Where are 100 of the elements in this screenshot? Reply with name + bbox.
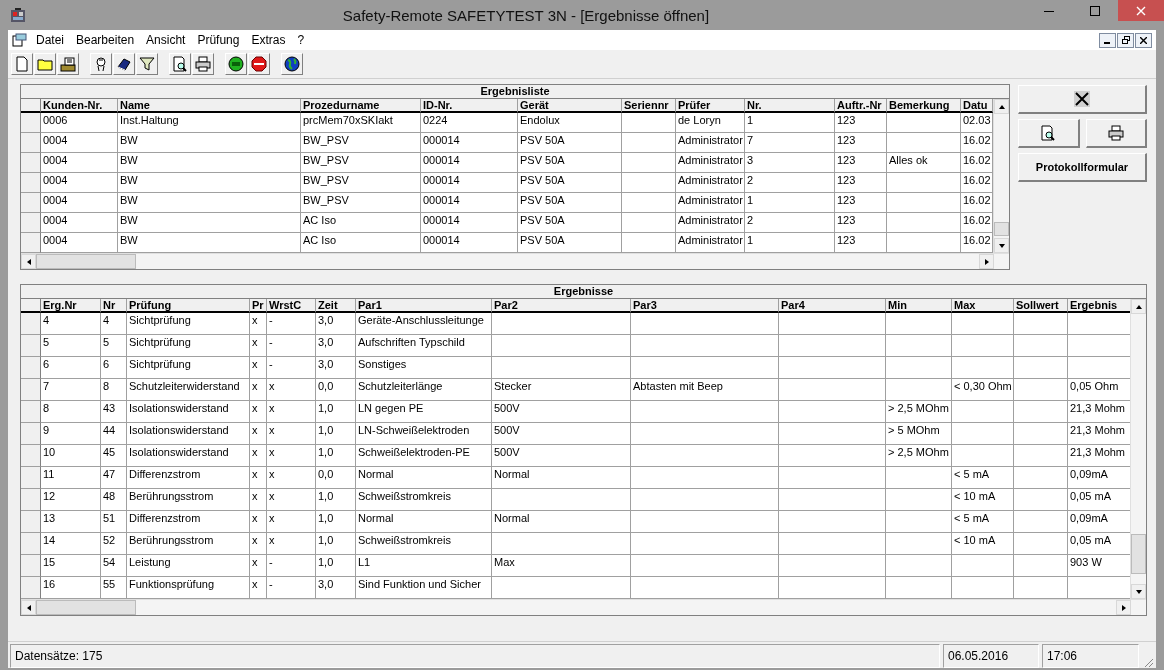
- row-header[interactable]: [21, 467, 41, 489]
- scroll-right-icon[interactable]: [979, 254, 994, 269]
- column-header[interactable]: Par3: [631, 299, 779, 313]
- column-header[interactable]: Kunden-Nr.: [41, 99, 118, 113]
- scroll-thumb[interactable]: [1131, 534, 1146, 574]
- printer-icon[interactable]: [192, 53, 214, 75]
- scroll-right-icon[interactable]: [1116, 600, 1131, 615]
- print-button[interactable]: [1085, 119, 1147, 148]
- horizontal-scrollbar[interactable]: [21, 599, 1146, 615]
- table-cell: [886, 313, 952, 335]
- folder-icon[interactable]: [34, 53, 56, 75]
- horizontal-scrollbar[interactable]: [21, 253, 1009, 269]
- row-header[interactable]: [21, 555, 41, 577]
- column-header[interactable]: Bemerkung: [887, 99, 961, 113]
- row-header[interactable]: [21, 153, 41, 173]
- table-cell: Berührungsstrom: [127, 489, 250, 511]
- column-header[interactable]: Ergebnis: [1068, 299, 1130, 313]
- column-header[interactable]: Seriennr: [622, 99, 676, 113]
- column-header[interactable]: Prozedurname: [301, 99, 421, 113]
- row-header[interactable]: [21, 193, 41, 213]
- row-header[interactable]: [21, 173, 41, 193]
- column-header[interactable]: Prüfer: [676, 99, 745, 113]
- menu-item[interactable]: Datei: [30, 33, 70, 47]
- table-cell: x: [250, 379, 267, 401]
- column-header[interactable]: Prüfung: [127, 299, 250, 313]
- preview-icon[interactable]: [169, 53, 191, 75]
- menu-item[interactable]: Bearbeiten: [70, 33, 141, 47]
- document-window-icon[interactable]: [12, 33, 28, 47]
- row-header[interactable]: [21, 357, 41, 379]
- scroll-left-icon[interactable]: [21, 600, 36, 615]
- table-cell: 123: [835, 173, 887, 193]
- new-document-icon[interactable]: [11, 53, 33, 75]
- table-cell: -: [267, 313, 316, 335]
- column-header[interactable]: Datu: [961, 99, 993, 113]
- go-sign-icon[interactable]: [225, 53, 247, 75]
- scroll-down-icon[interactable]: [994, 238, 1009, 253]
- column-header[interactable]: Zeit: [316, 299, 356, 313]
- globe-icon[interactable]: [281, 53, 303, 75]
- close-button[interactable]: [1135, 32, 1152, 48]
- stop-sign-icon[interactable]: [248, 53, 270, 75]
- row-header[interactable]: [21, 511, 41, 533]
- resize-grip-icon[interactable]: [1142, 656, 1154, 668]
- row-header[interactable]: [21, 379, 41, 401]
- row-header[interactable]: [21, 213, 41, 233]
- column-header[interactable]: Pr: [250, 299, 267, 313]
- minimize-button[interactable]: [1099, 32, 1116, 48]
- drawer-icon[interactable]: [57, 53, 79, 75]
- table-cell: [886, 379, 952, 401]
- row-header[interactable]: [21, 533, 41, 555]
- column-header[interactable]: Auftr.-Nr: [835, 99, 887, 113]
- person-head-icon[interactable]: [90, 53, 112, 75]
- report-form-button[interactable]: Protokollformular: [1018, 153, 1147, 182]
- menu-item[interactable]: Extras: [245, 33, 292, 47]
- vertical-scrollbar[interactable]: [993, 99, 1009, 253]
- column-header[interactable]: WrstC: [267, 299, 316, 313]
- menu-item[interactable]: ?: [291, 33, 311, 47]
- row-header[interactable]: [21, 113, 41, 133]
- preview-button[interactable]: [1018, 119, 1080, 148]
- column-header[interactable]: ID-Nr.: [421, 99, 518, 113]
- scroll-thumb[interactable]: [36, 254, 136, 269]
- menu-item[interactable]: Prüfung: [191, 33, 246, 47]
- eraser-icon[interactable]: [113, 53, 135, 75]
- vertical-scrollbar[interactable]: [1130, 299, 1146, 599]
- column-header[interactable]: Gerät: [518, 99, 622, 113]
- scroll-up-icon[interactable]: [994, 99, 1009, 114]
- scroll-left-icon[interactable]: [21, 254, 36, 269]
- column-header[interactable]: Max: [952, 299, 1014, 313]
- table-cell: x: [267, 489, 316, 511]
- scroll-thumb[interactable]: [994, 222, 1009, 236]
- row-header[interactable]: [21, 445, 41, 467]
- table-cell: 1,0: [316, 423, 356, 445]
- row-header[interactable]: [21, 313, 41, 335]
- table-cell: [1014, 379, 1068, 401]
- column-header[interactable]: Nr: [101, 299, 127, 313]
- table-cell: Administrator: [676, 193, 745, 213]
- column-header[interactable]: Par2: [492, 299, 631, 313]
- filter-icon[interactable]: [136, 53, 158, 75]
- column-header[interactable]: Erg.Nr: [41, 299, 101, 313]
- row-header[interactable]: [21, 335, 41, 357]
- row-header[interactable]: [21, 133, 41, 153]
- scroll-down-icon[interactable]: [1131, 584, 1146, 599]
- table-cell: L1: [356, 555, 492, 577]
- column-header[interactable]: Name: [118, 99, 301, 113]
- restore-button[interactable]: [1117, 32, 1134, 48]
- scroll-up-icon[interactable]: [1131, 299, 1146, 314]
- table-cell: 12: [41, 489, 101, 511]
- row-header[interactable]: [21, 401, 41, 423]
- column-header[interactable]: Nr.: [745, 99, 835, 113]
- column-header[interactable]: Min: [886, 299, 952, 313]
- table-cell: 43: [101, 401, 127, 423]
- column-header[interactable]: Par1: [356, 299, 492, 313]
- table-cell: Endolux: [518, 113, 622, 133]
- scroll-thumb[interactable]: [36, 600, 136, 615]
- column-header[interactable]: Sollwert: [1014, 299, 1068, 313]
- menu-item[interactable]: Ansicht: [140, 33, 192, 47]
- column-header[interactable]: Par4: [779, 299, 886, 313]
- table-cell: 0004: [41, 153, 118, 173]
- app-icon[interactable]: [10, 7, 26, 23]
- row-header[interactable]: [21, 489, 41, 511]
- row-header[interactable]: [21, 423, 41, 445]
